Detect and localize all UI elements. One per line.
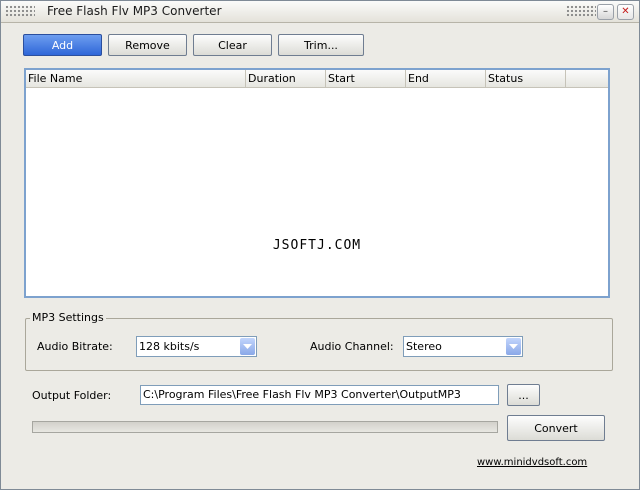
- title-bar[interactable]: Free Flash Flv MP3 Converter – ✕: [1, 1, 639, 23]
- chevron-down-icon[interactable]: [240, 338, 255, 355]
- close-icon: ✕: [621, 6, 630, 17]
- title-grip-right: [566, 5, 596, 17]
- file-list-header: File Name Duration Start End Status: [26, 70, 608, 88]
- browse-button[interactable]: ...: [507, 384, 540, 406]
- column-start[interactable]: Start: [326, 70, 406, 87]
- audio-channel-select[interactable]: Stereo: [403, 336, 523, 357]
- watermark-text: JSOFTJ.COM: [272, 238, 362, 253]
- column-end[interactable]: End: [406, 70, 486, 87]
- minimize-button[interactable]: –: [597, 4, 614, 20]
- progress-bar: [32, 421, 498, 433]
- chevron-down-icon[interactable]: [506, 338, 521, 355]
- audio-channel-value: Stereo: [406, 340, 442, 353]
- output-folder-value: C:\Program Files\Free Flash Flv MP3 Conv…: [143, 388, 461, 401]
- mp3-settings-title: MP3 Settings: [30, 311, 106, 324]
- output-folder-label: Output Folder:: [32, 389, 112, 402]
- column-status[interactable]: Status: [486, 70, 566, 87]
- trim-button[interactable]: Trim...: [278, 34, 364, 56]
- audio-bitrate-label: Audio Bitrate:: [37, 340, 113, 353]
- add-button[interactable]: Add: [23, 34, 102, 56]
- convert-button[interactable]: Convert: [507, 415, 605, 441]
- minimize-icon: –: [603, 6, 608, 17]
- output-folder-input[interactable]: C:\Program Files\Free Flash Flv MP3 Conv…: [140, 385, 499, 405]
- audio-bitrate-value: 128 kbits/s: [139, 340, 200, 353]
- website-link[interactable]: www.minidvdsoft.com: [477, 457, 587, 468]
- column-duration[interactable]: Duration: [246, 70, 326, 87]
- column-file-name[interactable]: File Name: [26, 70, 246, 87]
- title-grip-left: [5, 5, 35, 17]
- main-window: Free Flash Flv MP3 Converter – ✕ Add Rem…: [0, 0, 640, 490]
- window-title: Free Flash Flv MP3 Converter: [47, 4, 222, 18]
- remove-button[interactable]: Remove: [108, 34, 187, 56]
- clear-button[interactable]: Clear: [193, 34, 272, 56]
- close-button[interactable]: ✕: [617, 4, 634, 20]
- audio-channel-label: Audio Channel:: [310, 340, 394, 353]
- file-list[interactable]: File Name Duration Start End Status JSOF…: [24, 68, 610, 298]
- audio-bitrate-select[interactable]: 128 kbits/s: [136, 336, 257, 357]
